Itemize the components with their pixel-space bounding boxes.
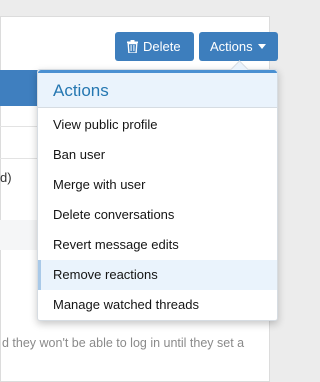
background-text-fragment: d)	[0, 170, 12, 185]
menu-item-view-public-profile[interactable]: View public profile	[38, 110, 277, 140]
trash-icon	[127, 40, 138, 53]
actions-menu: Actions View public profile Ban user Mer…	[37, 60, 278, 321]
menu-item-merge-with-user[interactable]: Merge with user	[38, 170, 277, 200]
menu-title: Actions	[38, 73, 277, 108]
actions-button[interactable]: Actions	[199, 32, 278, 61]
caret-down-icon	[257, 44, 266, 49]
menu-item-revert-message-edits[interactable]: Revert message edits	[38, 230, 277, 260]
menu-item-ban-user[interactable]: Ban user	[38, 140, 277, 170]
background-note-text: d they won't be able to log in until the…	[2, 336, 245, 350]
menu-item-manage-watched-threads[interactable]: Manage watched threads	[38, 290, 277, 320]
menu-item-list: View public profile Ban user Merge with …	[38, 110, 277, 320]
delete-button[interactable]: Delete	[115, 32, 194, 61]
delete-button-label: Delete	[143, 39, 181, 54]
menu-item-delete-conversations[interactable]: Delete conversations	[38, 200, 277, 230]
actions-button-label: Actions	[210, 39, 253, 54]
menu-item-remove-reactions[interactable]: Remove reactions	[38, 260, 277, 290]
